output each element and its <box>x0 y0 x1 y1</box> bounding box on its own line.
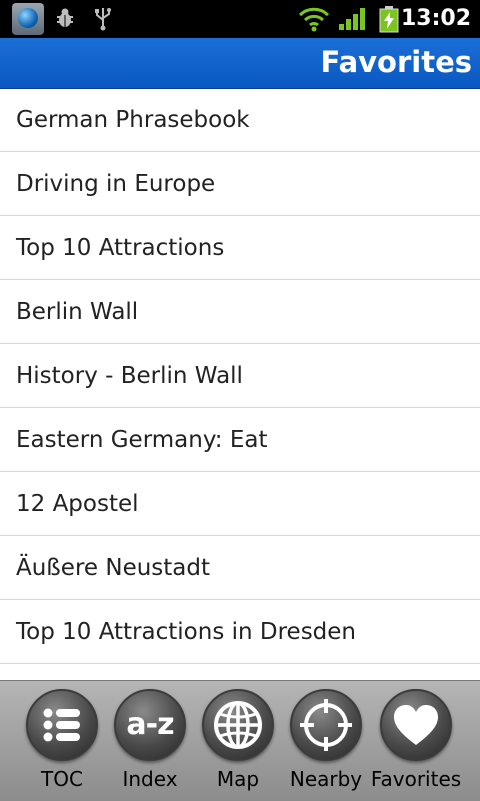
battery-charging-icon <box>379 5 399 37</box>
signal-icon <box>338 7 366 35</box>
crosshair-icon <box>290 689 362 761</box>
bottom-toolbar: TOC a-z Index Map Nearby Favorites <box>0 680 480 801</box>
map-label: Map <box>216 767 260 791</box>
page-title: Favorites <box>320 45 472 79</box>
heart-icon <box>380 689 452 761</box>
clock: 13:02 <box>400 6 471 31</box>
favorites-list: German Phrasebook Driving in Europe Top … <box>0 88 480 664</box>
list-icon <box>26 689 98 761</box>
title-bar: Favorites <box>0 38 480 89</box>
list-item[interactable]: Äußere Neustadt <box>0 536 480 600</box>
list-item[interactable]: Top 10 Attractions <box>0 216 480 280</box>
a-z-icon: a-z <box>114 689 186 761</box>
list-item[interactable]: Top 10 Attractions in Dresden <box>0 600 480 664</box>
debug-bug-icon <box>54 7 76 33</box>
toc-button[interactable]: TOC <box>14 681 110 801</box>
toc-label: TOC <box>41 767 83 791</box>
usb-icon <box>92 6 114 36</box>
map-button[interactable]: Map <box>190 681 286 801</box>
list-item[interactable]: 12 Apostel <box>0 472 480 536</box>
favorites-button[interactable]: Favorites <box>368 681 464 801</box>
index-label: Index <box>122 767 178 791</box>
a-z-icon-text: a-z <box>126 707 174 742</box>
list-item[interactable]: Berlin Wall <box>0 280 480 344</box>
wifi-icon <box>298 6 330 36</box>
index-button[interactable]: a-z Index <box>102 681 198 801</box>
nearby-button[interactable]: Nearby <box>278 681 374 801</box>
list-item[interactable]: Eastern Germany: Eat <box>0 408 480 472</box>
globe-icon <box>202 689 274 761</box>
status-bar: 13:02 <box>0 0 480 38</box>
nearby-label: Nearby <box>289 767 363 791</box>
list-item[interactable]: History - Berlin Wall <box>0 344 480 408</box>
app-globe-icon <box>12 3 44 35</box>
favorites-label: Favorites <box>370 767 462 791</box>
list-item[interactable]: Driving in Europe <box>0 152 480 216</box>
list-item[interactable]: German Phrasebook <box>0 88 480 152</box>
